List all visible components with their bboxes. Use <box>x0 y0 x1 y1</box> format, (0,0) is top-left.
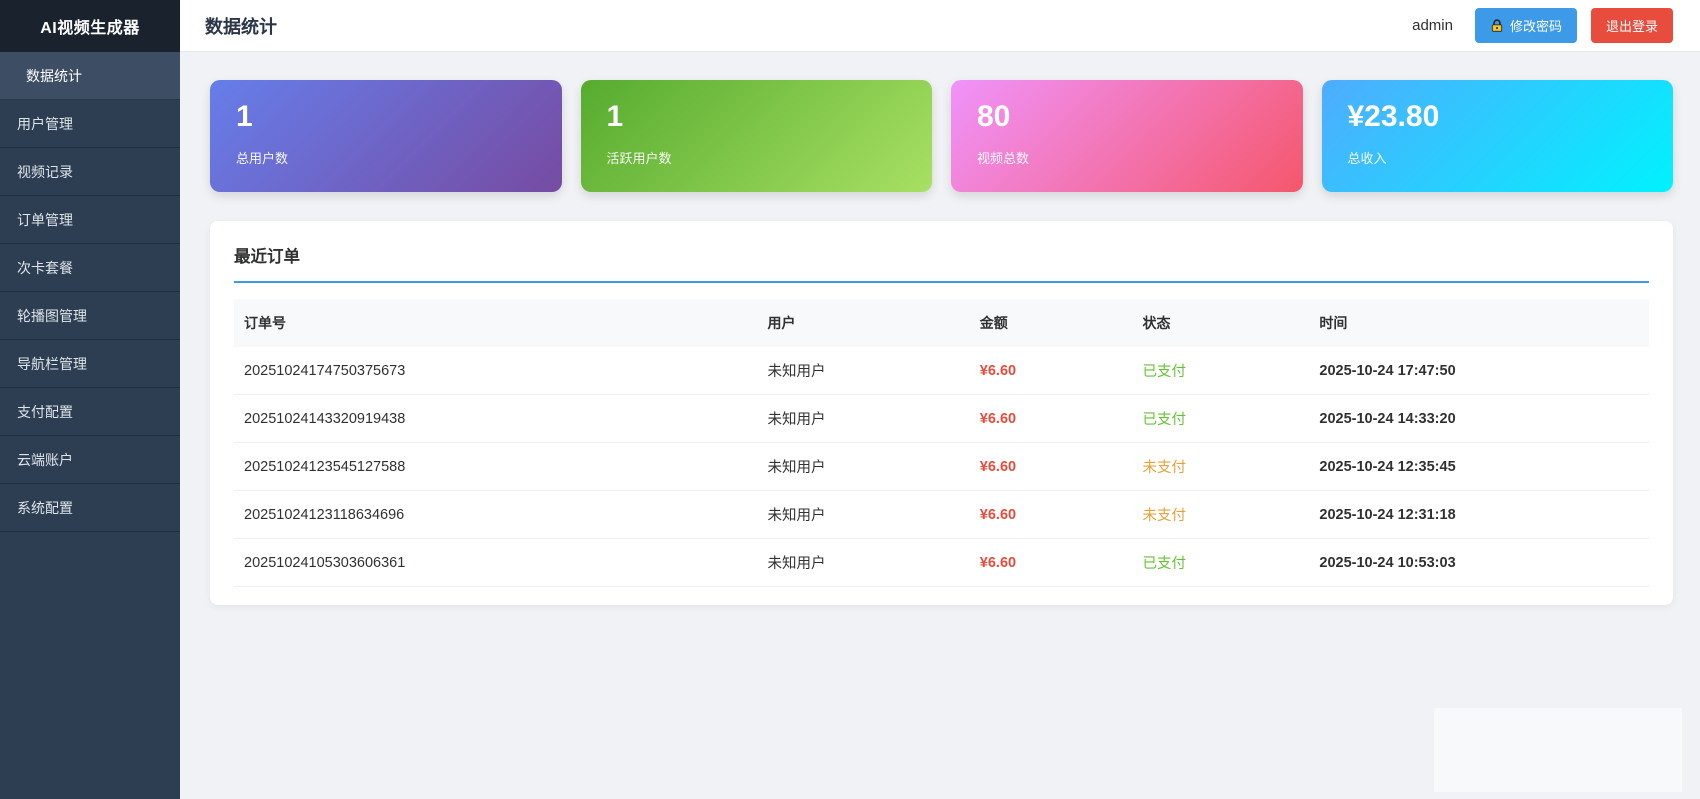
page-title: 数据统计 <box>205 13 277 39</box>
change-password-button[interactable]: 修改密码 <box>1475 8 1577 43</box>
order-id-cell: 20251024174750375673 <box>234 347 758 395</box>
stat-cards-row: 1 总用户数 1 活跃用户数 80 视频总数 ¥23.80 总收入 <box>210 80 1673 192</box>
sidebar-item-label: 支付配置 <box>17 402 73 422</box>
sidebar-item-label: 轮播图管理 <box>17 306 87 326</box>
order-amount-cell: ¥6.60 <box>970 443 1133 491</box>
sidebar-item-label: 云端账户 <box>17 450 73 470</box>
order-status-cell: 已支付 <box>1133 395 1310 443</box>
logout-label: 退出登录 <box>1606 16 1658 35</box>
change-password-label: 修改密码 <box>1510 16 1562 35</box>
order-time-cell: 2025-10-24 17:47:50 <box>1309 347 1649 395</box>
sidebar-item-label: 系统配置 <box>17 498 73 518</box>
order-id-cell: 20251024123545127588 <box>234 443 758 491</box>
sidebar-menu: 数据统计用户管理视频记录订单管理次卡套餐轮播图管理导航栏管理支付配置云端账户系统… <box>0 52 180 532</box>
header: 数据统计 admin 修改密码 退出登录 <box>180 0 1700 52</box>
stat-card-value: ¥23.80 <box>1348 100 1648 135</box>
order-amount-cell: ¥6.60 <box>970 395 1133 443</box>
order-status-cell: 未支付 <box>1133 443 1310 491</box>
stat-card-label: 总用户数 <box>236 148 536 167</box>
logout-button[interactable]: 退出登录 <box>1591 8 1673 43</box>
order-user-cell: 未知用户 <box>758 539 970 587</box>
stat-card-label: 视频总数 <box>977 148 1277 167</box>
username-label: admin <box>1412 17 1453 34</box>
sidebar: AI视频生成器 数据统计用户管理视频记录订单管理次卡套餐轮播图管理导航栏管理支付… <box>0 0 180 799</box>
order-user-cell: 未知用户 <box>758 443 970 491</box>
sidebar-item[interactable]: 支付配置 <box>0 388 180 436</box>
sidebar-item[interactable]: 导航栏管理 <box>0 340 180 388</box>
order-status-cell: 未支付 <box>1133 491 1310 539</box>
order-amount-cell: ¥6.60 <box>970 347 1133 395</box>
orders-column-header: 时间 <box>1309 299 1649 347</box>
order-time-cell: 2025-10-24 10:53:03 <box>1309 539 1649 587</box>
order-time-cell: 2025-10-24 14:33:20 <box>1309 395 1649 443</box>
order-status-cell: 已支付 <box>1133 539 1310 587</box>
sidebar-item-label: 导航栏管理 <box>17 354 87 374</box>
order-user-cell: 未知用户 <box>758 347 970 395</box>
stat-card: 80 视频总数 <box>951 80 1303 192</box>
sidebar-item[interactable]: 次卡套餐 <box>0 244 180 292</box>
sidebar-item[interactable]: 云端账户 <box>0 436 180 484</box>
stat-card-label: 活跃用户数 <box>607 148 907 167</box>
order-time-cell: 2025-10-24 12:35:45 <box>1309 443 1649 491</box>
recent-orders-card: 最近订单 订单号用户金额状态时间 20251024174750375673未知用… <box>210 221 1673 605</box>
sidebar-item-label: 数据统计 <box>26 66 82 86</box>
order-id-cell: 20251024123118634696 <box>234 491 758 539</box>
sidebar-item[interactable]: 用户管理 <box>0 100 180 148</box>
stat-card: ¥23.80 总收入 <box>1322 80 1674 192</box>
sidebar-item-label: 视频记录 <box>17 162 73 182</box>
orders-column-header: 用户 <box>758 299 970 347</box>
app-logo: AI视频生成器 <box>0 0 180 52</box>
stat-card-value: 80 <box>977 100 1277 135</box>
sidebar-item-label: 次卡套餐 <box>17 258 73 278</box>
header-actions: admin 修改密码 退出登录 <box>1412 8 1673 43</box>
lock-icon <box>1490 19 1504 33</box>
sidebar-item[interactable]: 订单管理 <box>0 196 180 244</box>
table-row: 20251024123118634696未知用户¥6.60未支付2025-10-… <box>234 491 1649 539</box>
order-status-cell: 已支付 <box>1133 347 1310 395</box>
order-id-cell: 20251024105303606361 <box>234 539 758 587</box>
orders-column-header: 金额 <box>970 299 1133 347</box>
stat-card: 1 活跃用户数 <box>581 80 933 192</box>
table-row: 20251024143320919438未知用户¥6.60已支付2025-10-… <box>234 395 1649 443</box>
orders-column-header: 状态 <box>1133 299 1310 347</box>
table-row: 20251024123545127588未知用户¥6.60未支付2025-10-… <box>234 443 1649 491</box>
sidebar-item-label: 订单管理 <box>17 210 73 230</box>
sidebar-item[interactable]: 轮播图管理 <box>0 292 180 340</box>
stat-card-value: 1 <box>607 100 907 135</box>
table-row: 20251024174750375673未知用户¥6.60已支付2025-10-… <box>234 347 1649 395</box>
sidebar-item-label: 用户管理 <box>17 114 73 134</box>
stat-card-value: 1 <box>236 100 536 135</box>
stat-card: 1 总用户数 <box>210 80 562 192</box>
order-id-cell: 20251024143320919438 <box>234 395 758 443</box>
order-time-cell: 2025-10-24 12:31:18 <box>1309 491 1649 539</box>
recent-orders-title: 最近订单 <box>234 243 1649 283</box>
order-amount-cell: ¥6.60 <box>970 539 1133 587</box>
orders-column-header: 订单号 <box>234 299 758 347</box>
order-user-cell: 未知用户 <box>758 491 970 539</box>
order-user-cell: 未知用户 <box>758 395 970 443</box>
stat-card-label: 总收入 <box>1348 148 1648 167</box>
table-row: 20251024105303606361未知用户¥6.60已支付2025-10-… <box>234 539 1649 587</box>
sidebar-item[interactable]: 系统配置 <box>0 484 180 532</box>
sidebar-item[interactable]: 视频记录 <box>0 148 180 196</box>
orders-table-header-row: 订单号用户金额状态时间 <box>234 299 1649 347</box>
orders-table: 订单号用户金额状态时间 20251024174750375673未知用户¥6.6… <box>234 299 1649 587</box>
order-amount-cell: ¥6.60 <box>970 491 1133 539</box>
main-content: 1 总用户数 1 活跃用户数 80 视频总数 ¥23.80 总收入 最近订单 订单号用户金额状… <box>180 52 1700 799</box>
sidebar-item[interactable]: 数据统计 <box>0 52 180 100</box>
